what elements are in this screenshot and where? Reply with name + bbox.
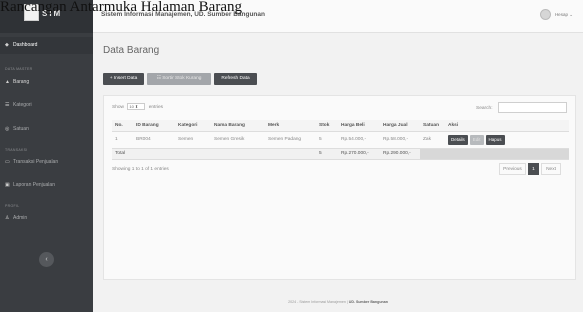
sidebar-item-label: Transaksi Penjualan [13,159,59,165]
report-icon: ▣ [5,182,10,188]
box-icon: ▲ [5,79,10,85]
nav-heading-transaksi: TRANSAKSI [5,148,28,152]
column-header[interactable]: Satuan [420,120,445,132]
sidebar-item-satuan[interactable]: ◎ Satuan [0,121,93,138]
column-header[interactable]: No. [112,120,133,132]
page-caption: Rancangan Antarmuka Halaman Barang [0,0,242,15]
action-cell: Details Edit Hapus [445,131,569,148]
column-header[interactable]: Harga Jual [380,120,420,132]
table-cell: Zak [423,137,431,142]
delete-button[interactable]: Hapus [485,134,505,145]
column-header[interactable]: Harga Beli [338,120,380,132]
table-cell: Semen Padang [268,137,302,142]
column-header[interactable]: Aksi [445,120,569,132]
table-cell: Rp.54.000,- [341,137,367,142]
sidebar-item-laporan-penjualan[interactable]: ▣ Laporan Penjualan [0,177,93,194]
table-row: 1 BR004 Semen Semen Gresik Semen Padang … [112,131,569,148]
entries-label: entries [148,104,164,110]
sidebar-item-barang[interactable]: ▲ Barang [0,74,93,91]
table-cell: BR004 [136,137,151,142]
sidebar-item-label: Laporan Penjualan [13,182,55,188]
sidebar-item-label: Admin [13,215,28,221]
page-button[interactable]: 1 [528,163,539,175]
scale-icon: ◎ [5,126,10,132]
sidebar-item-label: Satuan [13,126,29,132]
column-header[interactable]: Stok [316,120,338,132]
table-cell: Semen [178,137,194,142]
table-header-row: No. ID Barang Kategori Nama Barang Merk … [112,120,569,132]
list-icon: ☷ [156,76,161,81]
entries-value: 10 [129,104,134,109]
total-filler [420,147,569,160]
previous-button[interactable]: Previous [499,163,526,175]
page-title: Data Barang [103,45,160,56]
pagination-info: Showing 1 to 1 of 1 entries [112,167,169,172]
total-label: Total [112,147,316,160]
show-label: Show [112,104,124,110]
total-harga-jual: Rp.290.000,- [380,147,420,160]
column-header[interactable]: Nama Barang [211,120,265,132]
insert-data-button[interactable]: + Insert Data [103,73,144,85]
chevron-left-icon: ‹ [45,256,48,263]
cart-icon: ▭ [5,159,10,165]
refresh-data-button[interactable]: Refresh Data [214,73,257,85]
sidebar-item-label: Dashboard [13,42,38,48]
footer-text: 2024 - Sistem Informasi Manajemen | [288,300,348,304]
app-window: SIM ◆ Dashboard DATA MASTER ▲ Barang ☰ K… [0,0,583,312]
tag-icon: ☰ [5,102,10,108]
sort-stock-label: Sortir Stok Kurang [162,76,202,81]
data-table: No. ID Barang Kategori Nama Barang Merk … [112,120,569,160]
table-cell: 5 [319,137,322,142]
footer-company: UD. Sumber Bangunan [348,300,388,304]
dashboard-icon: ◆ [5,42,9,48]
column-header[interactable]: Merk [265,120,316,132]
sidebar-item-label: Barang [13,79,30,85]
details-button[interactable]: Details [448,134,468,145]
search-label: Search: [476,106,493,111]
table-cell: 1 [115,137,118,142]
edit-button[interactable]: Edit [469,134,484,145]
sidebar-item-label: Kategori [13,102,32,108]
search-input[interactable] [498,102,567,113]
sidebar-item-transaksi-penjualan[interactable]: ▭ Transaksi Penjualan [0,154,93,171]
column-header[interactable]: ID Barang [133,120,175,132]
entries-control: Show 10 ⬍ entries [112,103,163,110]
total-row: Total 5 Rp.270.000,- Rp.290.000,- [112,147,569,160]
nav-heading-data-master: DATA MASTER [5,67,33,71]
next-button[interactable]: Next [541,163,561,175]
footer: 2024 - Sistem Informasi Manajemen | UD. … [93,292,583,312]
sidebar-item-kategori[interactable]: ☰ Kategori [0,97,93,114]
sidebar-item-dashboard[interactable]: ◆ Dashboard [0,37,93,54]
nav-heading-profil: PROFIL [5,204,20,208]
sidebar: SIM ◆ Dashboard DATA MASTER ▲ Barang ☰ K… [0,0,93,312]
column-header[interactable]: Kategori [175,120,211,132]
total-stok: 5 [316,147,338,160]
main-content: Data Barang + Insert Data ☷ Sortir Stok … [93,33,583,312]
sidebar-item-admin[interactable]: ♙ Admin [0,210,93,227]
total-harga-beli: Rp.270.000,- [338,147,380,160]
entries-select[interactable]: 10 ⬍ [127,103,146,110]
sort-stock-button[interactable]: ☷ Sortir Stok Kurang [147,73,211,85]
data-panel: Show 10 ⬍ entries Search: No. ID Barang … [103,95,576,280]
sidebar-toggle-button[interactable]: ‹ [39,252,54,267]
user-icon: ♙ [5,215,10,221]
table-cell: Rp.58.000,- [383,137,409,142]
table-cell: Semen Gresik [214,137,245,142]
